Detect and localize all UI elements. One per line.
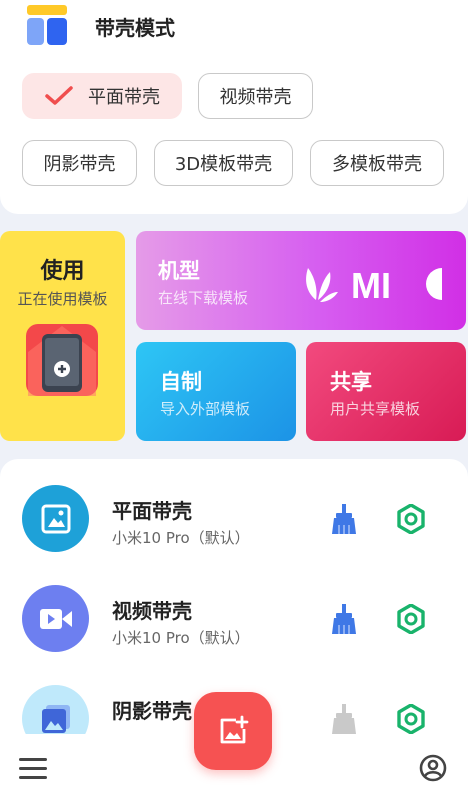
custom-tile[interactable]: 自制 导入外部模板	[136, 342, 296, 441]
model-tile-title: 机型	[158, 259, 200, 283]
template-title: 阴影带壳	[112, 699, 192, 723]
mode-chip-flat[interactable]: 平面带壳	[22, 73, 182, 119]
use-tile-title: 使用	[40, 259, 85, 284]
layout-icon	[27, 5, 67, 45]
mode-chip-label: 阴影带壳	[43, 154, 116, 175]
list-item[interactable]: 视频带壳 小米10 Pro（默认）	[0, 559, 468, 659]
list-item[interactable]: 平面带壳 小米10 Pro（默认）	[0, 459, 468, 559]
phone-template-icon	[26, 324, 98, 396]
add-image-button[interactable]	[194, 692, 272, 770]
settings-icon[interactable]	[396, 504, 426, 534]
settings-icon[interactable]	[396, 604, 426, 634]
settings-icon[interactable]	[396, 704, 426, 734]
mode-chip-multi[interactable]: 多模板带壳	[310, 140, 444, 186]
avatar	[22, 485, 89, 552]
huawei-logo-icon	[306, 268, 338, 302]
menu-icon[interactable]	[19, 758, 47, 780]
avatar	[22, 585, 89, 652]
brush-icon[interactable]	[330, 504, 358, 534]
mode-chip-label: 平面带壳	[88, 87, 160, 108]
check-icon	[45, 86, 73, 105]
share-tile-title: 共享	[330, 370, 372, 394]
mode-chip-label: 3D模板带壳	[174, 154, 273, 175]
mode-chip-label: 视频带壳	[219, 87, 292, 108]
use-tile-subtitle: 正在使用模板	[17, 290, 108, 308]
mode-chip-video[interactable]: 视频带壳	[198, 73, 313, 119]
brush-icon[interactable]	[330, 704, 358, 734]
profile-icon[interactable]	[419, 754, 447, 782]
use-tile[interactable]: 使用 正在使用模板	[0, 231, 125, 441]
page-title: 带壳模式	[95, 16, 175, 40]
avatar	[22, 685, 89, 734]
custom-tile-subtitle: 导入外部模板	[160, 400, 251, 418]
image-icon	[41, 504, 70, 533]
add-image-icon	[220, 715, 249, 744]
brush-icon[interactable]	[330, 604, 358, 634]
template-title: 视频带壳	[112, 599, 192, 623]
template-device: 小米10 Pro（默认）	[112, 629, 250, 647]
share-tile-subtitle: 用户共享模板	[330, 400, 421, 418]
mode-panel: 带壳模式 平面带壳 视频带壳 阴影带壳 3D模板带壳 多模板带壳	[0, 0, 468, 214]
model-tile-subtitle: 在线下载模板	[158, 289, 249, 307]
shadow-image-icon	[41, 704, 70, 733]
mode-chip-3d[interactable]: 3D模板带壳	[154, 140, 293, 186]
template-device: 小米10 Pro（默认）	[112, 529, 250, 547]
mode-chip-shadow[interactable]: 阴影带壳	[22, 140, 137, 186]
mode-chip-label: 多模板带壳	[332, 154, 422, 175]
template-title: 平面带壳	[112, 499, 192, 523]
share-tile[interactable]: 共享 用户共享模板	[306, 342, 466, 441]
partial-logo-icon	[426, 268, 442, 300]
video-icon	[39, 608, 72, 629]
xiaomi-logo-text: MI	[351, 265, 391, 302]
custom-tile-title: 自制	[160, 370, 202, 394]
brand-logos: MI	[306, 265, 442, 302]
